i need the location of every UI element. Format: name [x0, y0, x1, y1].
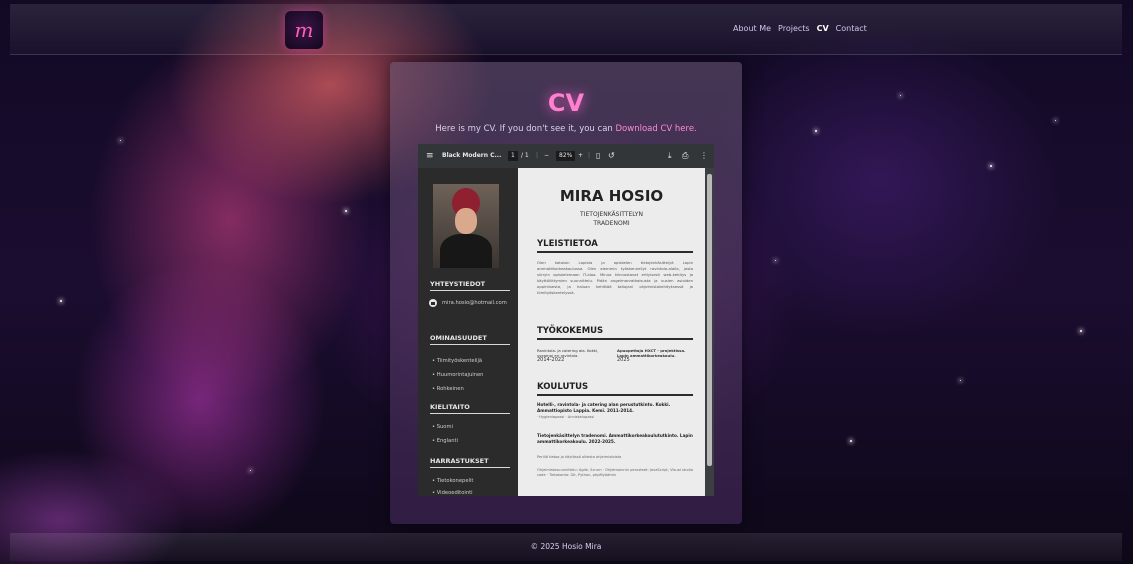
education-detail: Perillä tietoa ja käytössä olleista ohje… — [537, 455, 622, 459]
site-logo[interactable]: m — [285, 11, 323, 49]
general-text: Olen kotoisin Lapista ja opiskelen tieto… — [537, 260, 693, 295]
pdf-toolbar: ≡ Black Modern C... 1 / 1 | − 82% + | ▯ … — [418, 144, 714, 168]
logo-letter: m — [294, 18, 314, 42]
star — [850, 440, 852, 442]
pdf-viewer[interactable]: ≡ Black Modern C... 1 / 1 | − 82% + | ▯ … — [418, 144, 714, 496]
list-item: • Rohkeinen — [432, 386, 464, 392]
zoom-in-button[interactable]: + — [578, 144, 583, 168]
menu-icon[interactable]: ≡ — [426, 144, 434, 168]
education-item: Tietojenkäsittelyn tradenomi. Ammattikor… — [537, 433, 693, 444]
divider — [537, 338, 693, 340]
subtitle-line: TIETOJENKÄSITTELYN — [580, 211, 643, 218]
star — [990, 165, 992, 167]
pdf-file-name: Black Modern C... — [442, 152, 502, 159]
star — [900, 95, 901, 96]
divider — [537, 251, 693, 253]
list-item: • Suomi — [432, 424, 453, 430]
print-icon[interactable]: ⎙ — [682, 144, 688, 168]
cv-name: MIRA HOSIO — [559, 187, 664, 205]
work-item: Apuopettaja HXCT - projektissa. Lapin am… — [617, 348, 693, 363]
education-item: Hotelli-, ravintola- ja catering alan pe… — [537, 402, 671, 413]
languages-heading: KIELITAITO — [430, 403, 470, 411]
divider — [430, 413, 510, 414]
contact-heading: YHTEYSTIEDOT — [430, 280, 486, 288]
education-heading: KOULUTUS — [537, 382, 589, 392]
general-heading: YLEISTIETOA — [537, 239, 598, 249]
star — [120, 140, 121, 141]
cv-sidebar: YHTEYSTIEDOT mira.hosio@hotmail.com OMIN… — [418, 168, 518, 496]
star — [1080, 330, 1082, 332]
nav-links: About Me Projects CV Contact — [733, 24, 867, 33]
list-item: • Videoeditointi — [432, 490, 473, 496]
work-heading: TYÖKOKEMUS — [537, 326, 604, 336]
intro-text: Here is my CV. If you don't see it, you … — [390, 124, 742, 134]
profile-photo — [433, 184, 499, 268]
education-detail: · Hygieniapassi · Anniskelupassi — [537, 415, 595, 419]
work-years: 2025 — [617, 357, 630, 363]
work-years: 2014-2022 — [537, 357, 565, 363]
zoom-out-button[interactable]: − — [544, 144, 549, 168]
subtitle-line: TRADENOMI — [593, 220, 630, 227]
download-icon[interactable]: ⤓ — [668, 144, 672, 168]
cv-subtitle: TIETOJENKÄSITTELYN TRADENOMI — [518, 210, 705, 228]
nav-projects[interactable]: Projects — [778, 24, 810, 33]
page-title: CV — [547, 89, 585, 117]
list-item: • Tietokonepelit — [432, 478, 474, 484]
download-cv-link[interactable]: Download CV here. — [616, 124, 697, 134]
toolbar-divider: | — [536, 152, 539, 159]
rotate-icon[interactable]: ↺ — [608, 144, 615, 168]
skills-heading: OMINAISUUDET — [430, 334, 487, 342]
star — [345, 210, 347, 212]
nav-cv[interactable]: CV — [817, 24, 829, 33]
cv-panel: CV Here is my CV. If you don't see it, y… — [390, 62, 742, 524]
footer-text: © 2025 Hosio Mira — [530, 542, 602, 551]
star — [815, 130, 817, 132]
top-navbar: m About Me Projects CV Contact — [10, 4, 1122, 55]
pdf-scrollbar-thumb[interactable] — [707, 174, 712, 466]
divider — [430, 290, 510, 291]
page-total: / 1 — [521, 152, 529, 159]
star — [775, 260, 776, 261]
hobbies-heading: HARRASTUKSET — [430, 457, 489, 465]
nav-contact[interactable]: Contact — [836, 24, 867, 33]
photo-face — [455, 208, 477, 234]
toolbar-divider: | — [588, 152, 591, 159]
star — [1055, 120, 1056, 121]
divider — [537, 394, 693, 396]
site-footer: © 2025 Hosio Mira — [10, 533, 1122, 561]
email-address: mira.hosio@hotmail.com — [442, 300, 507, 306]
pdf-page: YHTEYSTIEDOT mira.hosio@hotmail.com OMIN… — [418, 168, 705, 496]
divider — [430, 467, 510, 468]
star — [960, 380, 961, 381]
star — [250, 470, 251, 471]
work-item: Ravintola- ja catering ala. Kokki, useam… — [537, 348, 607, 363]
more-icon[interactable]: ⋮ — [700, 144, 708, 168]
photo-body — [440, 234, 492, 268]
list-item: • Englanti — [432, 438, 458, 444]
star — [60, 300, 62, 302]
fit-page-icon[interactable]: ▯ — [596, 144, 600, 168]
nav-about-me[interactable]: About Me — [733, 24, 771, 33]
education-detail: Ohjelmistosuunnittelu: Agile, Scrum · Oh… — [537, 468, 694, 477]
intro-sentence: Here is my CV. If you don't see it, you … — [435, 124, 616, 134]
cv-main: MIRA HOSIO TIETOJENKÄSITTELYN TRADENOMI … — [518, 168, 705, 496]
page-number-input[interactable]: 1 — [508, 151, 518, 161]
list-item: • Tiimityöskentelijä — [432, 358, 483, 364]
list-item: • Huumorintajuinen — [432, 372, 484, 378]
zoom-level[interactable]: 82% — [556, 151, 576, 161]
email-icon — [429, 299, 437, 307]
divider — [430, 344, 510, 345]
